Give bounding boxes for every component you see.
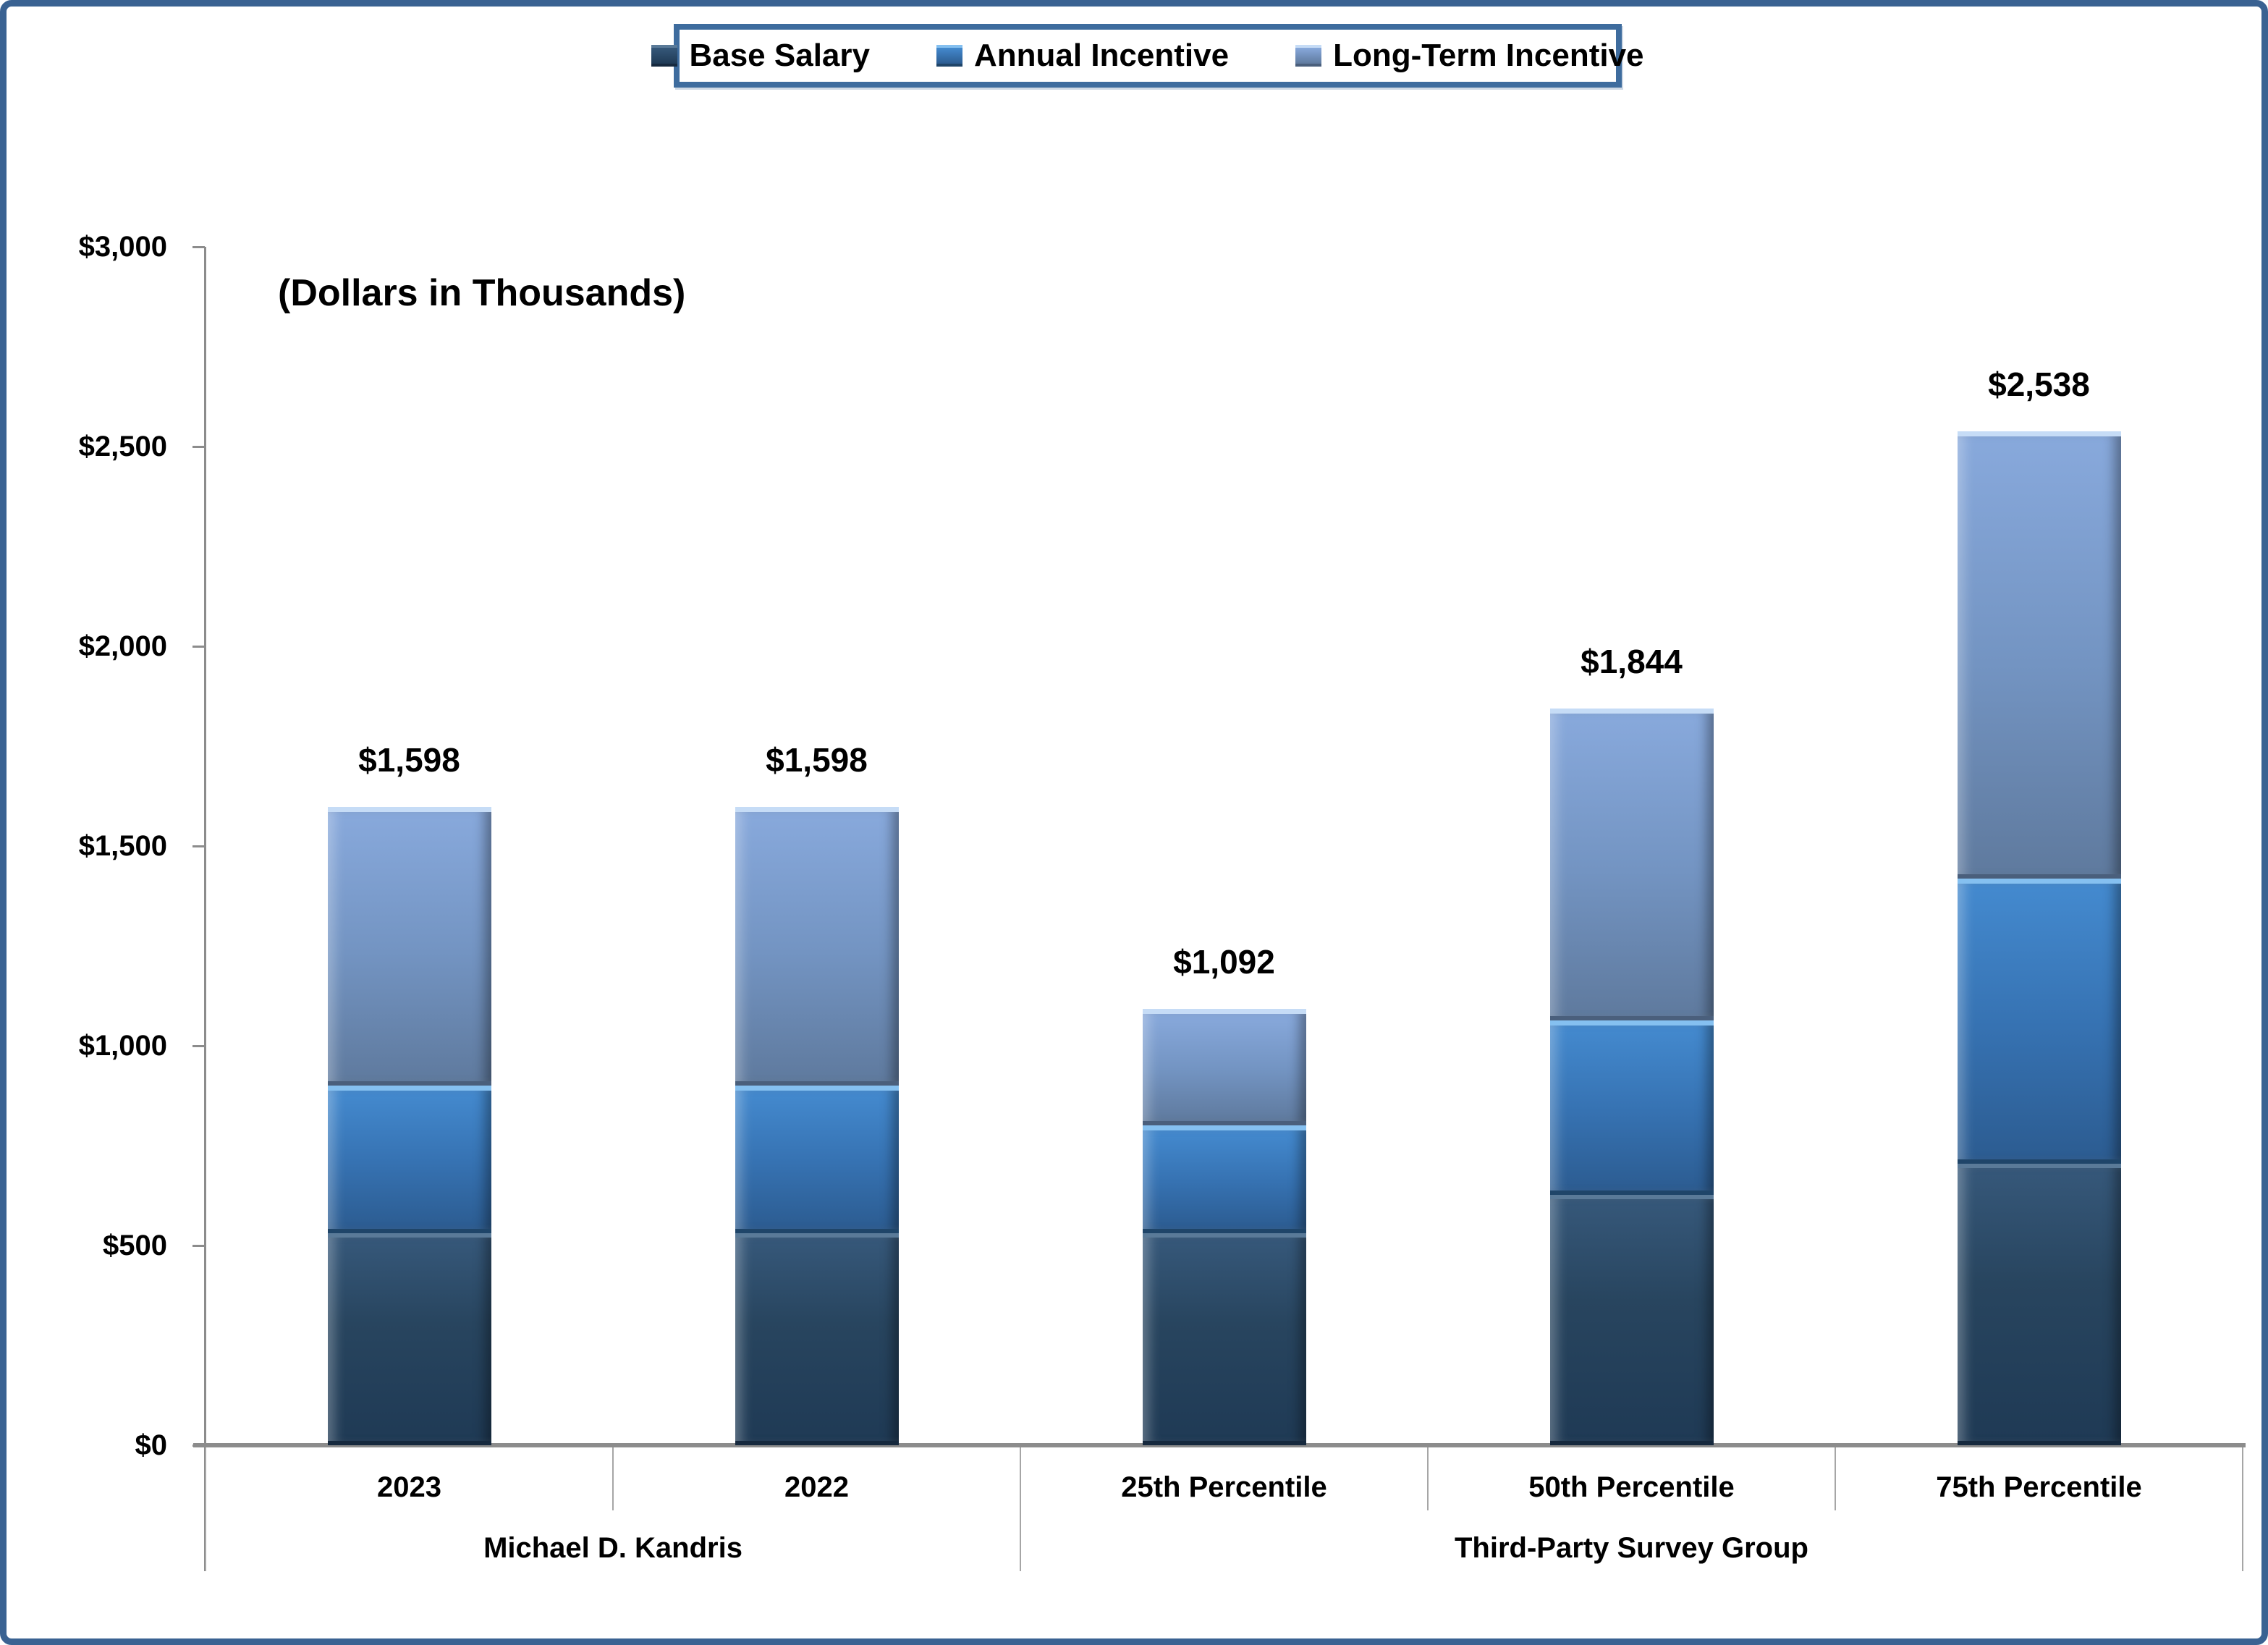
y-tick	[192, 246, 205, 248]
y-tick	[192, 1245, 205, 1247]
bar-segment-long-term-incentive	[1958, 431, 2121, 879]
y-tick	[192, 845, 205, 847]
legend-item: Annual Incentive	[936, 40, 1229, 72]
category-label: 50th Percentile	[1428, 1473, 1835, 1502]
category-label: 2023	[206, 1473, 613, 1502]
legend-label: Annual Incentive	[974, 40, 1229, 72]
y-tick-label: $2,000	[22, 632, 167, 661]
legend: Base SalaryAnnual IncentiveLong-Term Inc…	[674, 24, 1622, 88]
bar-segment-long-term-incentive	[1550, 709, 1714, 1020]
units-note: (Dollars in Thousands)	[278, 274, 685, 312]
legend-swatch-icon	[1295, 45, 1321, 67]
legend-item: Long-Term Incentive	[1295, 40, 1643, 72]
y-tick-label: $500	[22, 1231, 167, 1260]
bar-segment-base-salary	[328, 1233, 491, 1445]
bar-total-label: $1,598	[265, 743, 554, 777]
legend-swatch-icon	[936, 45, 962, 67]
legend-item: Base Salary	[651, 40, 870, 72]
bar-total-label: $1,598	[672, 743, 962, 777]
bar-segment-long-term-incentive	[328, 807, 491, 1086]
legend-label: Base Salary	[689, 40, 870, 72]
y-tick-label: $3,000	[22, 232, 167, 261]
bar-segment-base-salary	[1550, 1195, 1714, 1445]
y-tick	[192, 1045, 205, 1047]
axis-group-label: Michael D. Kandris	[206, 1534, 1020, 1562]
bar-segment-annual-incentive	[1958, 879, 2121, 1164]
bar-total-label: $1,092	[1080, 945, 1369, 978]
bar-segment-annual-incentive	[1550, 1020, 1714, 1195]
category-label: 2022	[613, 1473, 1020, 1502]
bar-total-label: $2,538	[1895, 368, 2184, 401]
y-tick	[192, 446, 205, 448]
bar-segment-annual-incentive	[735, 1086, 899, 1233]
bar-segment-annual-incentive	[1143, 1125, 1306, 1233]
y-tick-label: $0	[22, 1431, 167, 1460]
y-tick-label: $1,000	[22, 1031, 167, 1060]
bar-segment-base-salary	[1958, 1164, 2121, 1445]
axis-group-label: Third-Party Survey Group	[1020, 1534, 2243, 1562]
category-label: 75th Percentile	[1835, 1473, 2243, 1502]
bar-total-label: $1,844	[1487, 645, 1777, 678]
bar-segment-base-salary	[1143, 1233, 1306, 1445]
legend-swatch-icon	[651, 45, 677, 67]
y-tick	[192, 646, 205, 648]
chart-frame: Base Salary Annual Incentive Long-Term Inc…	[0, 0, 2268, 1645]
bar-segment-long-term-incentive	[735, 807, 899, 1086]
legend-label: Long-Term Incentive	[1333, 40, 1643, 72]
bar-segment-annual-incentive	[328, 1086, 491, 1233]
y-tick-label: $2,500	[22, 432, 167, 461]
y-tick-label: $1,500	[22, 832, 167, 860]
bar-segment-base-salary	[735, 1233, 899, 1445]
category-label: 25th Percentile	[1020, 1473, 1428, 1502]
bar-segment-long-term-incentive	[1143, 1009, 1306, 1125]
